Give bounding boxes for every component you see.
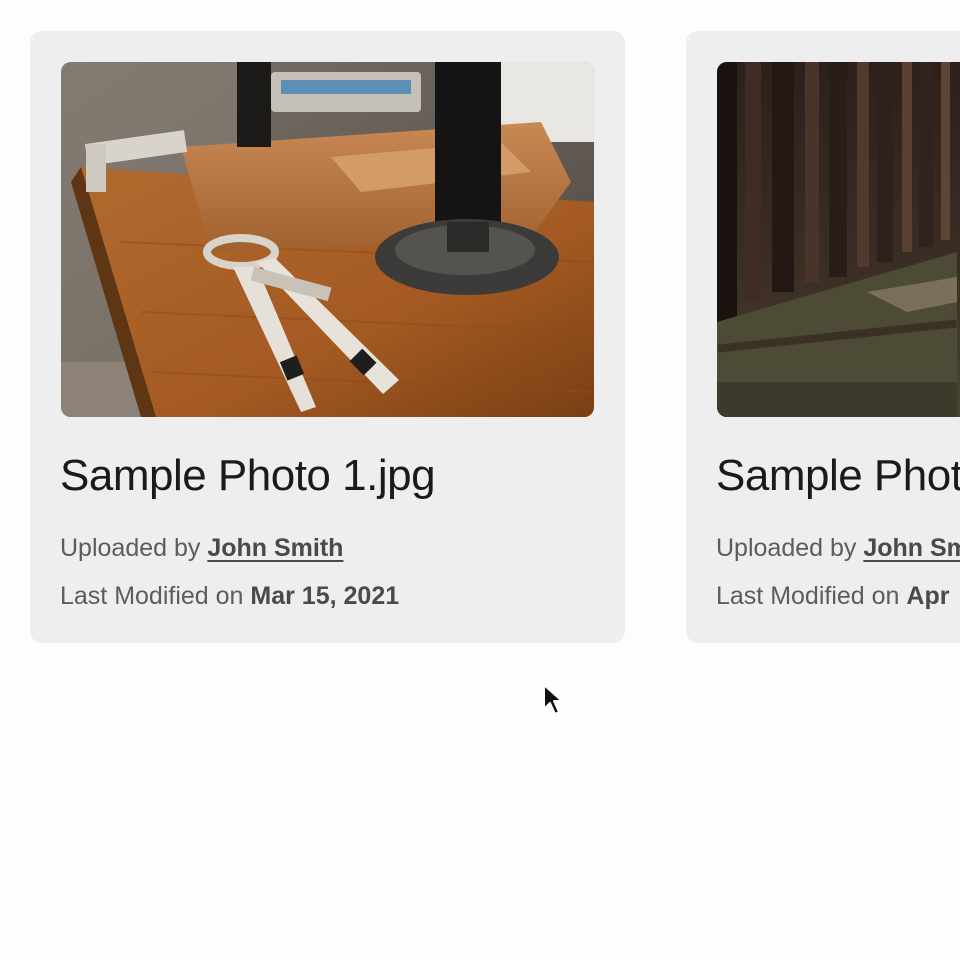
last-modified-date: Mar 15, 2021 bbox=[250, 582, 400, 610]
author-link[interactable]: John Smith bbox=[863, 534, 960, 562]
photo-title: Sample Photo 1.jpg bbox=[60, 451, 436, 500]
last-modified-line: Last Modified on Mar 15, 2021 bbox=[60, 582, 399, 611]
uploaded-by-label: Uploaded by bbox=[716, 534, 857, 562]
photo-title: Sample Photo 2.jpg bbox=[716, 451, 960, 500]
last-modified-line: Last Modified on Apr bbox=[716, 582, 949, 611]
uploaded-by-line: Uploaded by John Smith bbox=[60, 534, 343, 563]
uploaded-by-line: Uploaded by John Smith bbox=[716, 534, 960, 563]
photo-card[interactable]: Sample Photo 1.jpg Uploaded by John Smit… bbox=[30, 31, 625, 643]
last-modified-date: Apr bbox=[906, 582, 950, 610]
author-link[interactable]: John Smith bbox=[207, 534, 343, 562]
photo-card[interactable]: Sample Photo 2.jpg Uploaded by John Smit… bbox=[686, 31, 960, 643]
mouse-cursor-icon bbox=[543, 684, 563, 715]
photo-thumbnail[interactable] bbox=[717, 62, 960, 417]
uploaded-by-label: Uploaded by bbox=[60, 534, 201, 562]
desk-photo-image bbox=[61, 62, 594, 417]
gallery-viewport: Sample Photo 1.jpg Uploaded by John Smit… bbox=[0, 0, 960, 960]
last-modified-label: Last Modified on bbox=[716, 582, 900, 610]
photo-thumbnail[interactable] bbox=[61, 62, 594, 417]
last-modified-label: Last Modified on bbox=[60, 582, 244, 610]
forest-photo-image bbox=[717, 62, 960, 417]
